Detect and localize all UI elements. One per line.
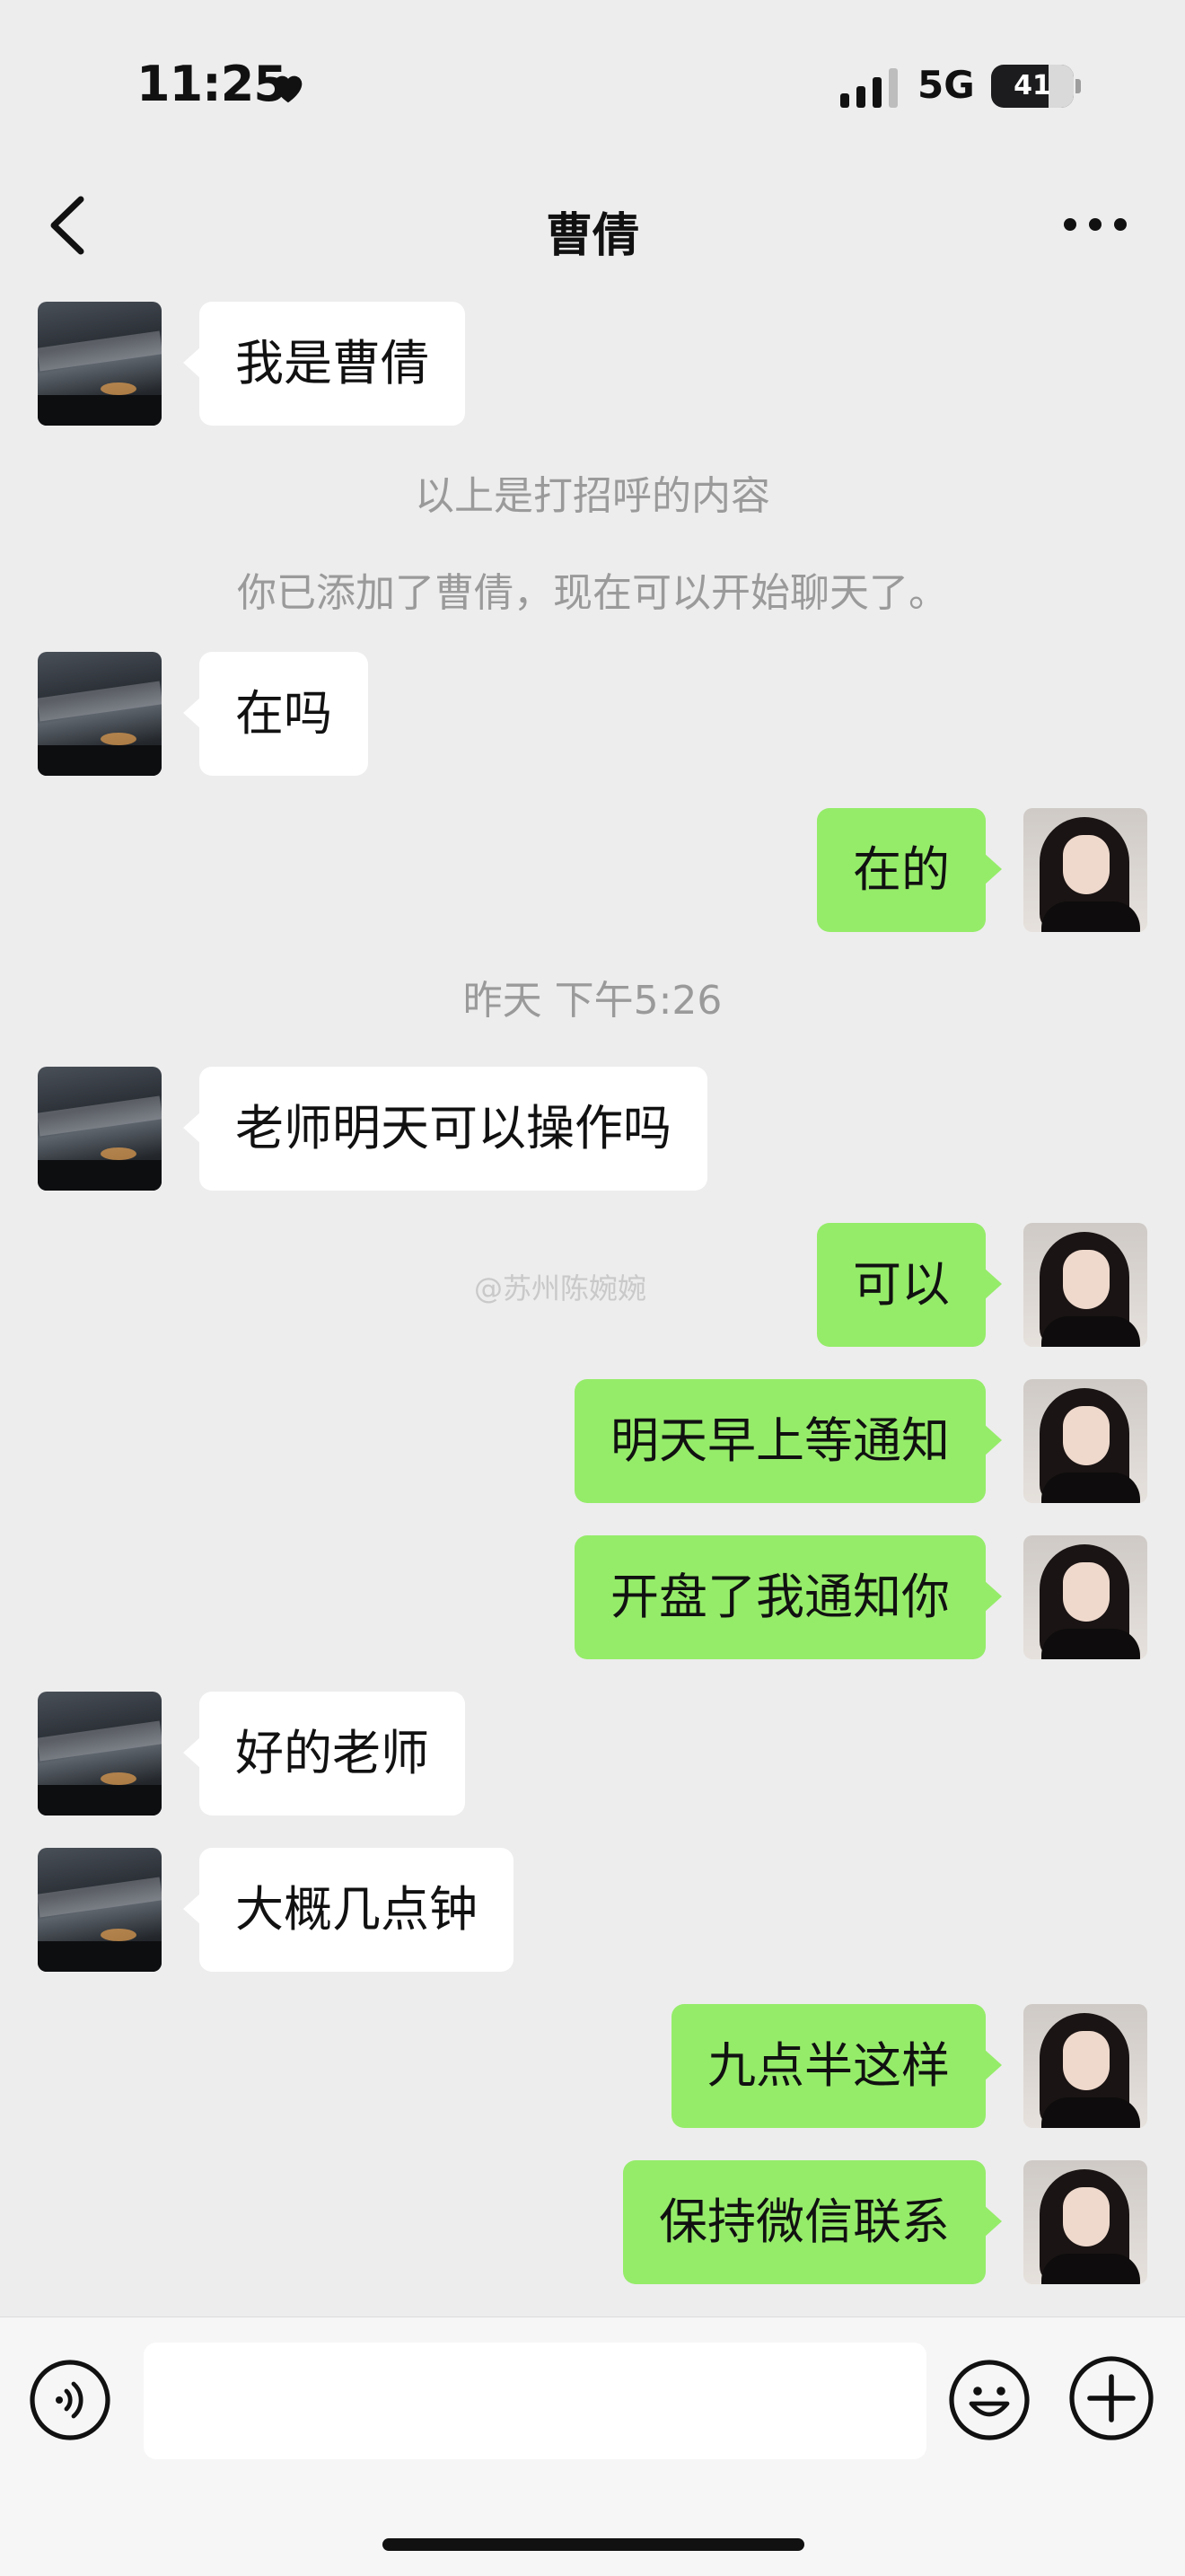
message-input[interactable] [144, 2343, 926, 2459]
contact-avatar[interactable] [38, 1067, 162, 1191]
my-avatar[interactable] [1023, 2004, 1147, 2128]
message-bubble-outgoing[interactable]: 明天早上等通知 [575, 1379, 1002, 1503]
chat-title: 曹倩 [545, 209, 639, 263]
contact-avatar[interactable] [38, 1848, 162, 1972]
status-bar: 11:25 5G 41 [0, 0, 1185, 171]
emoji-icon[interactable] [948, 2359, 1031, 2441]
message-bubble-incoming[interactable]: 在吗 [183, 652, 368, 776]
my-avatar[interactable] [1023, 808, 1147, 932]
message-bubble-incoming[interactable]: 老师明天可以操作吗 [183, 1067, 707, 1191]
battery-level: 41 [1014, 70, 1051, 101]
message-bubble-incoming[interactable]: 我是曹倩 [183, 302, 465, 426]
contact-avatar[interactable] [38, 652, 162, 776]
message-bubble-outgoing[interactable]: 保持微信联系 [623, 2160, 1002, 2284]
my-avatar[interactable] [1023, 1379, 1147, 1503]
more-dots-icon[interactable] [1063, 207, 1128, 242]
voice-icon[interactable] [29, 2359, 111, 2441]
message-bubble-outgoing[interactable]: 开盘了我通知你 [575, 1535, 1002, 1659]
contact-avatar[interactable] [38, 302, 162, 426]
timestamp: 昨天 下午5:26 [462, 978, 723, 1024]
contact-avatar[interactable] [38, 1692, 162, 1816]
chat-header: 曹倩 [0, 171, 1185, 278]
message-bubble-incoming[interactable]: 好的老师 [183, 1692, 465, 1816]
home-indicator [382, 2538, 804, 2551]
message-bubble-outgoing[interactable]: 可以 [817, 1223, 1002, 1347]
battery-nub [1075, 79, 1081, 93]
plus-icon[interactable] [1068, 2355, 1154, 2441]
input-bar [0, 2317, 1185, 2576]
heart-icon [274, 75, 303, 103]
signal-icon [840, 68, 898, 108]
my-avatar[interactable] [1023, 1535, 1147, 1659]
message-bubble-incoming[interactable]: 大概几点钟 [183, 1848, 514, 1972]
system-message: 以上是打招呼的内容 [415, 473, 770, 519]
message-bubble-outgoing[interactable]: 在的 [817, 808, 1002, 932]
network-type: 5G [917, 63, 975, 107]
message-bubble-outgoing[interactable]: 九点半这样 [672, 2004, 1002, 2128]
status-time: 11:25 [136, 56, 287, 112]
system-message: 你已添加了曹倩，现在可以开始聊天了。 [237, 570, 948, 616]
battery-icon: 41 [991, 65, 1074, 108]
watermark-text: @苏州陈婉婉 [474, 1271, 647, 1306]
my-avatar[interactable] [1023, 2160, 1147, 2284]
my-avatar[interactable] [1023, 1223, 1147, 1347]
